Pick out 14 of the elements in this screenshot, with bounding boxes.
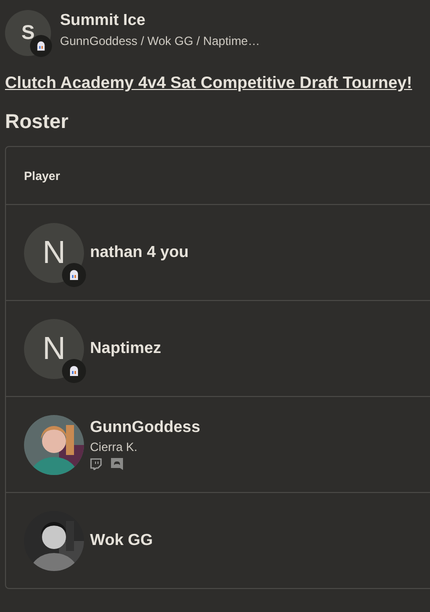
player-name: GunnGoddess [90, 419, 200, 437]
player-real-name: Cierra K. [90, 440, 138, 454]
column-header: Player [24, 168, 60, 182]
player-name: Naptimez [90, 340, 162, 358]
team-members: GunnGoddess / Wok GG / Naptime… [60, 34, 260, 48]
player-name: Wok GG [90, 532, 153, 550]
avatar-letter: S [21, 22, 35, 44]
avatar-letter: N [42, 330, 66, 367]
section-title: Roster [5, 111, 70, 134]
team-name: Summit Ice [60, 12, 146, 30]
avatar-letter: N [42, 234, 66, 271]
event-link[interactable]: Clutch Academy 4v4 Sat Competitive Draft Tourney! [5, 74, 412, 93]
player-name: nathan 4 you [90, 244, 189, 262]
chat-bubble-icon[interactable] [90, 458, 102, 470]
